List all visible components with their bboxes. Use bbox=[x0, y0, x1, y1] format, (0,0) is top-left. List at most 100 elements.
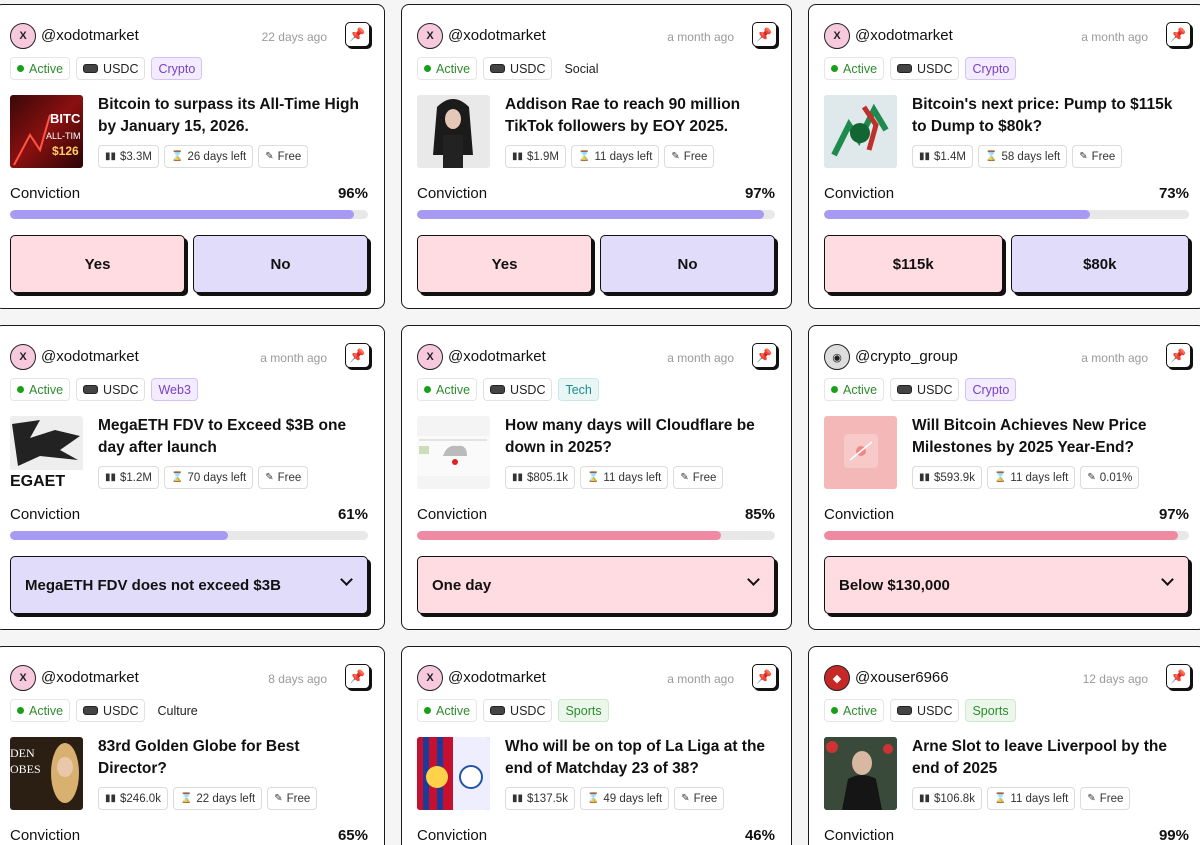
username[interactable]: @xodotmarket bbox=[41, 27, 139, 44]
volume-stat: ▮▮ $1.4M bbox=[912, 145, 973, 168]
status-badge: Active bbox=[824, 57, 885, 80]
outcome-dropdown[interactable]: MegaETH FDV does not exceed $3B bbox=[10, 556, 368, 614]
ticket-icon: ✎ bbox=[265, 151, 274, 162]
no-button[interactable]: No bbox=[193, 235, 368, 293]
conviction-bar bbox=[417, 210, 775, 219]
bar-chart-icon: ▮▮ bbox=[512, 472, 524, 483]
svg-text:DEN: DEN bbox=[10, 746, 35, 760]
currency-badge: USDC bbox=[483, 57, 553, 80]
username[interactable]: @xodotmarket bbox=[448, 669, 546, 686]
category-badge[interactable]: Social bbox=[558, 57, 604, 80]
market-image bbox=[417, 737, 490, 810]
category-badge[interactable]: Tech bbox=[558, 378, 599, 401]
no-button[interactable]: No bbox=[600, 235, 775, 293]
market-title[interactable]: Bitcoin to surpass its All-Time High by … bbox=[98, 94, 368, 138]
pin-icon[interactable]: 📌 bbox=[345, 22, 370, 47]
option-a-button[interactable]: $115k bbox=[824, 235, 1003, 293]
status-badge: Active bbox=[824, 699, 885, 722]
market-title[interactable]: Arne Slot to leave Liverpool by the end … bbox=[912, 736, 1189, 780]
market-image: EGAET bbox=[10, 416, 83, 489]
market-card[interactable]: X @xodotmarket 22 days ago 📌 Active USDC… bbox=[0, 4, 385, 309]
market-card[interactable]: X @xodotmarket a month ago 📌 Active USDC… bbox=[401, 646, 792, 845]
conviction-value: 73% bbox=[1158, 185, 1189, 202]
avatar: X bbox=[824, 23, 850, 49]
market-title[interactable]: MegaETH FDV to Exceed $3B one day after … bbox=[98, 415, 368, 459]
username[interactable]: @xodotmarket bbox=[448, 348, 546, 365]
yes-button[interactable]: Yes bbox=[10, 235, 185, 293]
status-badge: Active bbox=[417, 57, 478, 80]
market-card[interactable]: X @xodotmarket a month ago 📌 Active USDC… bbox=[808, 4, 1200, 309]
market-title[interactable]: How many days will Cloudflare be down in… bbox=[505, 415, 775, 459]
pin-icon[interactable]: 📌 bbox=[1166, 22, 1191, 47]
username[interactable]: @crypto_group bbox=[855, 348, 958, 365]
conviction-value: 85% bbox=[744, 506, 775, 523]
username[interactable]: @xodotmarket bbox=[41, 348, 139, 365]
conviction-label: Conviction bbox=[10, 827, 81, 844]
conviction-bar bbox=[417, 531, 775, 540]
market-card[interactable]: X @xodotmarket 8 days ago 📌 Active USDC … bbox=[0, 646, 385, 845]
category-badge[interactable]: Crypto bbox=[965, 57, 1017, 80]
category-badge[interactable]: Sports bbox=[965, 699, 1016, 722]
pin-icon[interactable]: 📌 bbox=[752, 22, 777, 47]
market-title[interactable]: Addison Rae to reach 90 million TikTok f… bbox=[505, 94, 775, 138]
market-title[interactable]: Will Bitcoin Achieves New Price Mileston… bbox=[912, 415, 1189, 459]
market-card[interactable]: ◆ @xouser6966 12 days ago 📌 Active USDC … bbox=[808, 646, 1200, 845]
pin-icon[interactable]: 📌 bbox=[752, 664, 777, 689]
market-title[interactable]: 83rd Golden Globe for Best Director? bbox=[98, 736, 368, 780]
yes-button[interactable]: Yes bbox=[417, 235, 592, 293]
timestamp: 8 days ago bbox=[268, 672, 327, 686]
pin-icon[interactable]: 📌 bbox=[1166, 664, 1191, 689]
time-left-stat: ⌛ 58 days left bbox=[977, 145, 1068, 168]
ticket-icon: ✎ bbox=[265, 472, 274, 483]
conviction-label: Conviction bbox=[417, 506, 488, 523]
bar-chart-icon: ▮▮ bbox=[512, 151, 524, 162]
category-badge[interactable]: Crypto bbox=[151, 57, 203, 80]
volume-stat: ▮▮ $593.9k bbox=[912, 466, 982, 489]
market-card[interactable]: X @xodotmarket a month ago 📌 Active USDC… bbox=[401, 325, 792, 630]
bar-chart-icon: ▮▮ bbox=[919, 793, 931, 804]
market-title[interactable]: Bitcoin's next price: Pump to $115k to D… bbox=[912, 94, 1189, 138]
hourglass-icon: ⌛ bbox=[179, 793, 193, 804]
coin-icon bbox=[83, 706, 99, 715]
hourglass-icon: ⌛ bbox=[993, 793, 1007, 804]
volume-stat: ▮▮ $106.8k bbox=[912, 787, 982, 810]
pin-icon[interactable]: 📌 bbox=[345, 664, 370, 689]
avatar: X bbox=[417, 344, 443, 370]
timestamp: a month ago bbox=[1081, 30, 1148, 44]
category-badge[interactable]: Culture bbox=[151, 699, 203, 722]
username[interactable]: @xodotmarket bbox=[448, 27, 546, 44]
pin-icon[interactable]: 📌 bbox=[345, 343, 370, 368]
outcome-dropdown[interactable]: One day bbox=[417, 556, 775, 614]
status-badge: Active bbox=[10, 57, 71, 80]
category-badge[interactable]: Sports bbox=[558, 699, 609, 722]
bar-chart-icon: ▮▮ bbox=[919, 472, 931, 483]
hourglass-icon: ⌛ bbox=[577, 151, 591, 162]
fee-stat: ✎ Free bbox=[258, 145, 309, 168]
avatar: X bbox=[417, 665, 443, 691]
pin-icon[interactable]: 📌 bbox=[1166, 343, 1191, 368]
bar-chart-icon: ▮▮ bbox=[105, 793, 117, 804]
market-card[interactable]: X @xodotmarket a month ago 📌 Active USDC… bbox=[0, 325, 385, 630]
market-card[interactable]: ◉ @crypto_group a month ago 📌 Active USD… bbox=[808, 325, 1200, 630]
username[interactable]: @xodotmarket bbox=[855, 27, 953, 44]
pin-icon[interactable]: 📌 bbox=[752, 343, 777, 368]
category-badge[interactable]: Crypto bbox=[965, 378, 1017, 401]
conviction-fill bbox=[417, 531, 722, 540]
time-left-stat: ⌛ 70 days left bbox=[163, 466, 254, 489]
market-card[interactable]: X @xodotmarket a month ago 📌 Active USDC… bbox=[401, 4, 792, 309]
currency-badge: USDC bbox=[890, 699, 960, 722]
conviction-bar bbox=[10, 210, 368, 219]
fee-stat: ✎ Free bbox=[258, 466, 309, 489]
coin-icon bbox=[490, 706, 506, 715]
conviction-label: Conviction bbox=[417, 827, 488, 844]
category-badge[interactable]: Web3 bbox=[151, 378, 198, 401]
conviction-fill bbox=[824, 210, 1091, 219]
option-b-button[interactable]: $80k bbox=[1010, 235, 1189, 293]
outcome-dropdown[interactable]: Below $130,000 bbox=[824, 556, 1189, 614]
market-title[interactable]: Who will be on top of La Liga at the end… bbox=[505, 736, 775, 780]
volume-stat: ▮▮ $137.5k bbox=[505, 787, 575, 810]
username[interactable]: @xodotmarket bbox=[41, 669, 139, 686]
conviction-fill bbox=[10, 210, 354, 219]
username[interactable]: @xouser6966 bbox=[855, 669, 949, 686]
conviction-bar bbox=[10, 531, 368, 540]
